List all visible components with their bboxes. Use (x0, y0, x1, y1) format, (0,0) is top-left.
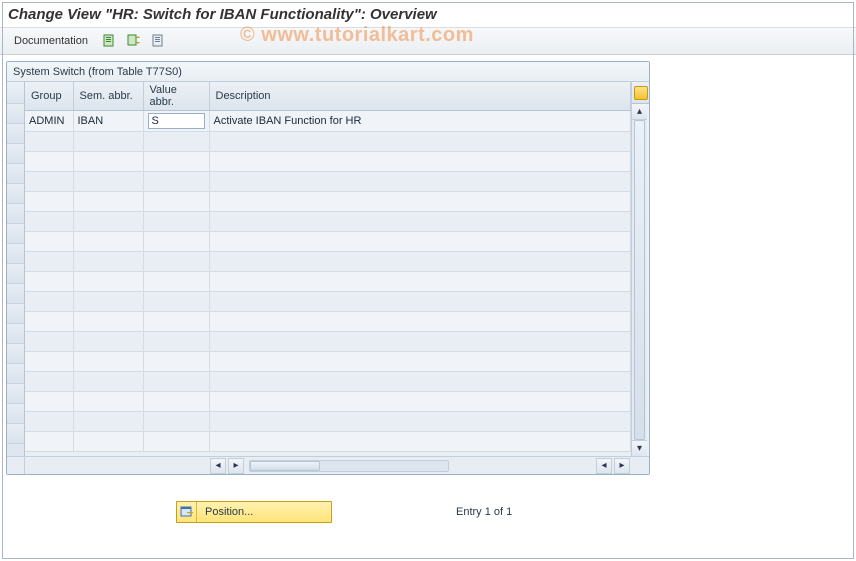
row-selector[interactable] (7, 364, 24, 384)
documentation-button[interactable]: Documentation (8, 33, 94, 49)
col-header-description[interactable]: Description (209, 82, 631, 111)
horizontal-scrollbar: ◂ ▸ ◂ ▸ (7, 456, 649, 474)
scroll-down-icon[interactable]: ▾ (632, 440, 647, 456)
position-icon (177, 502, 197, 522)
position-label: Position... (197, 506, 331, 518)
cell-sem-abbr: IBAN (73, 111, 143, 132)
table-row[interactable] (25, 352, 631, 372)
scroll-thumb[interactable] (634, 120, 645, 440)
col-header-group[interactable]: Group (25, 82, 73, 111)
row-selector[interactable] (7, 184, 24, 204)
table-row[interactable] (25, 332, 631, 352)
entry-counter: Entry 1 of 1 (456, 506, 512, 518)
table-row[interactable] (25, 152, 631, 172)
table-row[interactable] (25, 132, 631, 152)
scroll-left-icon[interactable]: ◂ (210, 458, 226, 474)
scroll-right-icon[interactable]: ▸ (228, 458, 244, 474)
table-row[interactable] (25, 372, 631, 392)
row-selector[interactable] (7, 344, 24, 364)
row-selector[interactable] (7, 404, 24, 424)
row-selector[interactable] (7, 244, 24, 264)
table-row[interactable] (25, 172, 631, 192)
configure-columns-icon[interactable] (634, 86, 648, 100)
scroll-left-end-icon[interactable]: ◂ (596, 458, 612, 474)
cell-value-abbr (143, 111, 209, 132)
row-selector[interactable] (7, 304, 24, 324)
row-selector[interactable] (7, 384, 24, 404)
table-row[interactable] (25, 252, 631, 272)
table-row[interactable] (25, 192, 631, 212)
table-row[interactable] (25, 292, 631, 312)
row-selector[interactable] (7, 124, 24, 144)
row-selector[interactable] (7, 224, 24, 244)
table-row[interactable]: ADMIN IBAN Activate IBAN Function for HR (25, 111, 631, 132)
table-row[interactable] (25, 412, 631, 432)
hscroll-thumb[interactable] (250, 461, 320, 471)
new-entries-icon[interactable] (100, 32, 120, 50)
app-toolbar: Documentation (0, 27, 856, 55)
vertical-scrollbar[interactable]: ▴ ▾ (631, 104, 647, 456)
row-selector[interactable] (7, 164, 24, 184)
hscroll-track[interactable] (249, 460, 449, 472)
copy-as-icon[interactable] (124, 32, 144, 50)
row-selector[interactable] (7, 424, 24, 444)
table-row[interactable] (25, 312, 631, 332)
row-selector[interactable] (7, 144, 24, 164)
table-row[interactable] (25, 232, 631, 252)
row-selector-column (7, 82, 25, 456)
col-header-sem-abbr[interactable]: Sem. abbr. (73, 82, 143, 111)
value-abbr-input[interactable] (148, 113, 205, 129)
cell-description: Activate IBAN Function for HR (209, 111, 631, 132)
row-selector[interactable] (7, 264, 24, 284)
col-header-value-abbr[interactable]: Value abbr. (143, 82, 209, 111)
row-selector[interactable] (7, 324, 24, 344)
table-row[interactable] (25, 432, 631, 452)
table-row[interactable] (25, 212, 631, 232)
row-selector[interactable] (7, 104, 24, 124)
scroll-right-end-icon[interactable]: ▸ (614, 458, 630, 474)
system-switch-table-panel: System Switch (from Table T77S0) (6, 61, 650, 475)
row-selector[interactable] (7, 284, 24, 304)
page-title: Change View "HR: Switch for IBAN Functio… (0, 0, 856, 27)
table-row[interactable] (25, 272, 631, 292)
scroll-up-icon[interactable]: ▴ (632, 104, 647, 120)
row-selector[interactable] (7, 204, 24, 224)
delimit-icon[interactable] (148, 32, 168, 50)
table-row[interactable] (25, 392, 631, 412)
table-title: System Switch (from Table T77S0) (7, 62, 649, 82)
position-button[interactable]: Position... (176, 501, 332, 523)
cell-group: ADMIN (25, 111, 73, 132)
data-grid: Group Sem. abbr. Value abbr. Description… (25, 82, 631, 452)
